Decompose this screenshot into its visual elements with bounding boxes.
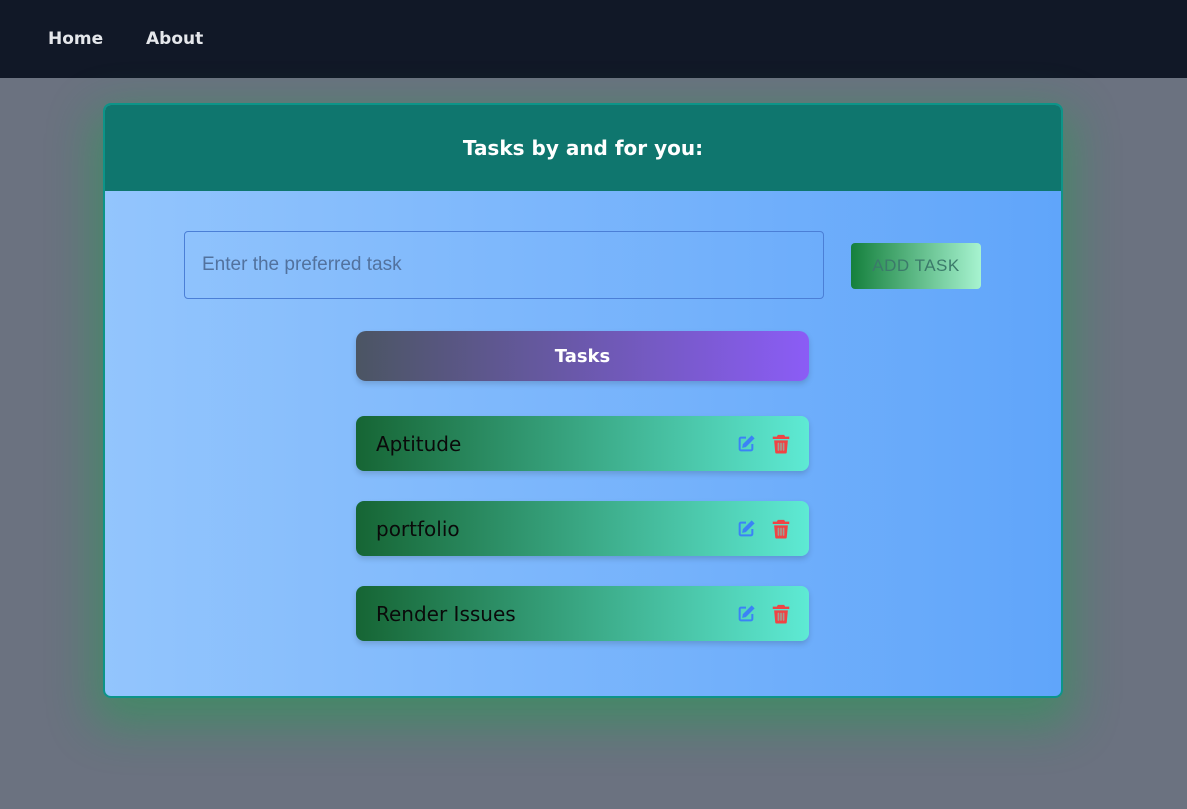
task-item: Render Issues <box>356 586 809 641</box>
tasks-heading-label: Tasks <box>554 345 611 367</box>
edit-icon[interactable] <box>735 518 757 540</box>
trash-icon[interactable] <box>770 518 792 540</box>
task-label: portfolio <box>376 516 460 541</box>
card-header: Tasks by and for you: <box>105 105 1061 191</box>
task-label: Render Issues <box>376 601 516 626</box>
top-navbar: Home About <box>0 0 1187 78</box>
trash-icon[interactable] <box>770 603 792 625</box>
task-input[interactable] <box>184 231 824 299</box>
tasks-heading: Tasks <box>356 331 809 381</box>
trash-icon[interactable] <box>770 433 792 455</box>
task-item: Aptitude <box>356 416 809 471</box>
task-label: Aptitude <box>376 431 462 456</box>
edit-icon[interactable] <box>735 603 757 625</box>
task-item: portfolio <box>356 501 809 556</box>
nav-home-link[interactable]: Home <box>48 29 103 49</box>
tasks-card: Tasks by and for you: ADD TASK Tasks Apt… <box>103 103 1063 698</box>
nav-about-link[interactable]: About <box>146 29 203 49</box>
edit-icon[interactable] <box>735 433 757 455</box>
card-title: Tasks by and for you: <box>462 136 704 160</box>
add-task-button[interactable]: ADD TASK <box>851 243 981 289</box>
